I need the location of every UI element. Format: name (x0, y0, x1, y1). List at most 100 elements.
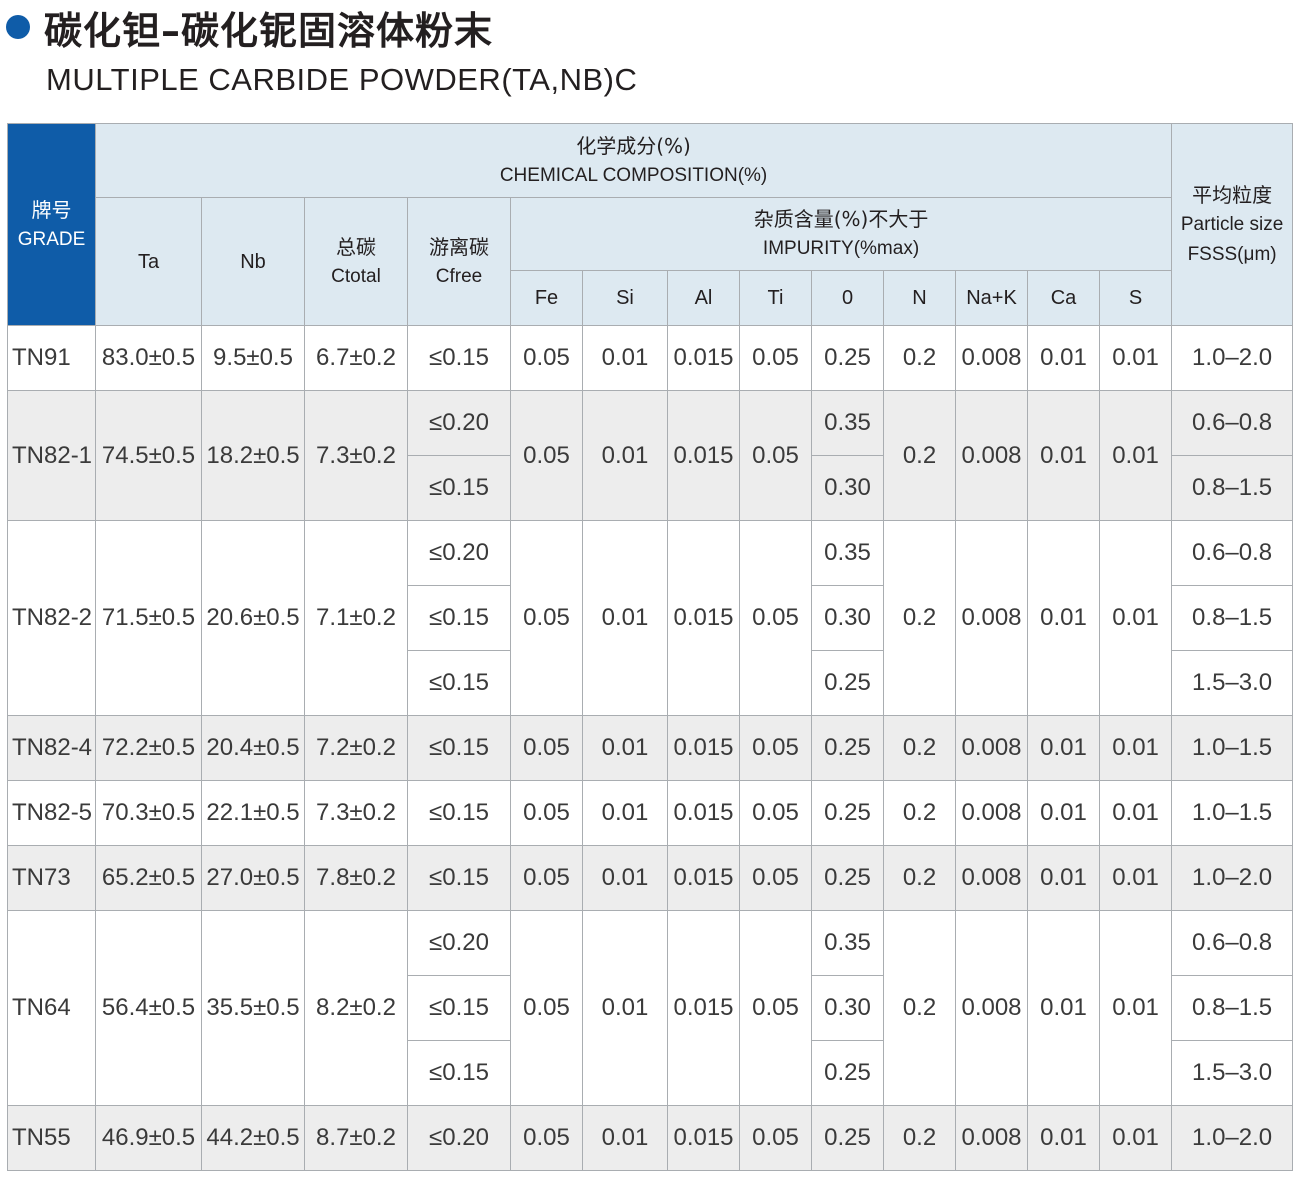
cfree-cell: ≤0.15 (407, 650, 511, 716)
grade-header-zh: 牌号 (31, 197, 72, 222)
grade-cell: TN64 (7, 910, 96, 1106)
fe-cell: 0.05 (510, 780, 583, 846)
nb-cell: 44.2±0.5 (201, 1105, 305, 1171)
oxygen-cell: 0.25 (811, 1105, 884, 1171)
fe-cell: 0.05 (510, 390, 583, 521)
ctotal-cell: 8.7±0.2 (304, 1105, 408, 1171)
si-cell: 0.01 (582, 715, 668, 781)
ti-cell: 0.05 (739, 715, 812, 781)
nak-cell: 0.008 (955, 845, 1028, 911)
cfree-header-en: Cfree (435, 265, 483, 287)
table-row: TN64 56.4±0.5 35.5±0.5 8.2±0.2 ≤0.20 0.05 0.01… (7, 910, 1294, 1106)
al-cell: 0.015 (667, 780, 740, 846)
cfree-cell: ≤0.15 (407, 585, 511, 651)
ctotal-cell: 7.3±0.2 (304, 390, 408, 521)
ti-cell: 0.05 (739, 1105, 812, 1171)
s-cell: 0.01 (1098, 390, 1173, 521)
grade-cell: TN73 (7, 845, 96, 911)
s-header: S (1098, 270, 1173, 326)
ca-cell: 0.01 (1027, 715, 1100, 781)
n-cell: 0.2 (883, 845, 956, 911)
o-header: 0 (811, 270, 884, 326)
page-header: 碳化钽–碳化铌固溶体粉末 (6, 2, 493, 53)
oxygen-cell: 0.25 (811, 845, 884, 911)
ctotal-cell: 7.8±0.2 (304, 845, 408, 911)
ctotal-header-en: Ctotal (331, 265, 381, 287)
nb-header: Nb (201, 197, 305, 326)
oxygen-cell: 0.30 (811, 585, 884, 651)
ctotal-cell: 7.2±0.2 (304, 715, 408, 781)
ca-cell: 0.01 (1027, 845, 1100, 911)
fe-cell: 0.05 (510, 845, 583, 911)
fe-cell: 0.05 (510, 715, 583, 781)
al-cell: 0.015 (667, 910, 740, 1106)
page-title-en: MULTIPLE CARBIDE POWDER(TA,NB)C (46, 62, 638, 97)
oxygen-cell: 0.25 (811, 650, 884, 716)
cfree-cell: ≤0.20 (407, 390, 511, 456)
particle-size-cell: 0.6–0.8 (1171, 910, 1294, 976)
particle-header-en: Particle size (1180, 213, 1284, 235)
ctotal-cell: 7.1±0.2 (304, 520, 408, 716)
chem-header-zh: 化学成分(%) (576, 133, 691, 158)
n-cell: 0.2 (883, 780, 956, 846)
al-cell: 0.015 (667, 845, 740, 911)
ta-cell: 65.2±0.5 (95, 845, 202, 911)
ctotal-cell: 6.7±0.2 (304, 325, 408, 391)
n-cell: 0.2 (883, 1105, 956, 1171)
cfree-header-zh: 游离碳 (429, 234, 489, 259)
nb-cell: 9.5±0.5 (201, 325, 305, 391)
particle-header-zh: 平均粒度 (1192, 182, 1273, 207)
ctotal-header-zh: 总碳 (336, 234, 376, 259)
ta-header: Ta (95, 197, 202, 326)
oxygen-cell: 0.30 (811, 975, 884, 1041)
ti-cell: 0.05 (739, 780, 812, 846)
nb-cell: 35.5±0.5 (201, 910, 305, 1106)
fe-cell: 0.05 (510, 1105, 583, 1171)
si-cell: 0.01 (582, 390, 668, 521)
oxygen-cell: 0.25 (811, 715, 884, 781)
table-body: TN91 83.0±0.5 9.5±0.5 6.7±0.2 ≤0.15 0.05 0.01 0… (7, 325, 1294, 1171)
nak-cell: 0.008 (955, 715, 1028, 781)
grade-cell: TN82-4 (7, 715, 96, 781)
cfree-cell: ≤0.20 (407, 910, 511, 976)
al-cell: 0.015 (667, 520, 740, 716)
s-cell: 0.01 (1098, 520, 1173, 716)
ti-cell: 0.05 (739, 910, 812, 1106)
nb-cell: 27.0±0.5 (201, 845, 305, 911)
n-cell: 0.2 (883, 715, 956, 781)
table-row: TN73 65.2±0.5 27.0±0.5 7.8±0.2 ≤0.15 0.05 0.01… (7, 845, 1294, 911)
ta-cell: 46.9±0.5 (95, 1105, 202, 1171)
particle-size-cell: 1.0–1.5 (1171, 780, 1294, 846)
ctotal-cell: 8.2±0.2 (304, 910, 408, 1106)
ca-cell: 0.01 (1027, 780, 1100, 846)
grade-cell: TN82-1 (7, 390, 96, 521)
n-cell: 0.2 (883, 910, 956, 1106)
particle-size-cell: 1.5–3.0 (1171, 1040, 1294, 1106)
s-cell: 0.01 (1098, 910, 1173, 1106)
particle-size-cell: 1.0–1.5 (1171, 715, 1294, 781)
ctotal-cell: 7.3±0.2 (304, 780, 408, 846)
si-cell: 0.01 (582, 325, 668, 391)
nak-cell: 0.008 (955, 1105, 1028, 1171)
particle-size-cell: 0.8–1.5 (1171, 975, 1294, 1041)
particle-size-cell: 0.6–0.8 (1171, 520, 1294, 586)
ti-header: Ti (739, 270, 812, 326)
cfree-cell: ≤0.15 (407, 975, 511, 1041)
cfree-cell: ≤0.15 (407, 715, 511, 781)
cfree-header: 游离碳 Cfree (407, 197, 511, 326)
ta-cell: 74.5±0.5 (95, 390, 202, 521)
s-cell: 0.01 (1098, 325, 1173, 391)
grade-cell: TN91 (7, 325, 96, 391)
ca-cell: 0.01 (1027, 910, 1100, 1106)
cfree-cell: ≤0.20 (407, 520, 511, 586)
chemical-composition-header: 化学成分(%) CHEMICAL COMPOSITION(%) (94, 123, 1173, 198)
impurity-header-zh: 杂质含量(%)不大于 (753, 207, 929, 231)
s-cell: 0.01 (1098, 1105, 1173, 1171)
particle-size-header: 平均粒度 Particle size FSSS(μm) (1171, 123, 1294, 326)
grade-header: 牌号 GRADE (7, 123, 96, 326)
nb-cell: 22.1±0.5 (201, 780, 305, 846)
impurity-header-en: IMPURITY(%max) (762, 238, 920, 259)
bullet-dot-icon (6, 15, 30, 39)
ti-cell: 0.05 (739, 845, 812, 911)
cfree-cell: ≤0.15 (407, 780, 511, 846)
